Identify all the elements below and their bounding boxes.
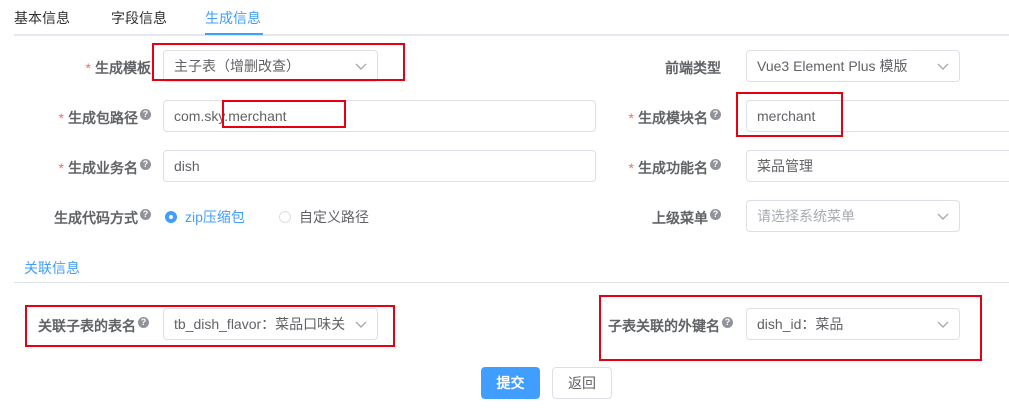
help-icon[interactable]: ? <box>140 159 151 171</box>
label-frontend-type: 前端类型 <box>665 60 721 76</box>
highlight-box-fk <box>599 295 982 361</box>
label-package-path: * 生成包路径? <box>59 108 151 128</box>
label-parent-menu: 上级菜单? <box>652 208 721 228</box>
back-button[interactable]: 返回 <box>552 367 612 399</box>
required-mark: * <box>85 60 91 76</box>
parent-menu-select[interactable]: 请选择系统菜单 <box>746 200 960 232</box>
tab-field-info[interactable]: 字段信息 <box>111 8 167 28</box>
submit-button[interactable]: 提交 <box>481 367 540 399</box>
radio-custom-path[interactable]: 自定义路径 <box>279 207 369 227</box>
radio-zip[interactable]: zip压缩包 <box>165 207 245 227</box>
highlight-box-template <box>152 43 405 81</box>
highlight-box-subtable <box>25 305 395 347</box>
function-name-input[interactable]: 菜品管理 <box>746 150 1009 182</box>
help-icon[interactable]: ? <box>710 109 721 121</box>
label-business-name: * 生成业务名? <box>59 158 151 178</box>
label-gen-template: * 生成模板 <box>85 60 151 76</box>
tab-basic-info[interactable]: 基本信息 <box>14 8 70 28</box>
radio-checked-icon <box>165 211 177 223</box>
section-divider <box>14 282 1009 283</box>
help-icon[interactable]: ? <box>710 209 721 221</box>
chevron-down-icon <box>937 51 949 81</box>
label-module-name: * 生成模块名? <box>629 108 721 128</box>
label-function-name: * 生成功能名? <box>629 158 721 178</box>
help-icon[interactable]: ? <box>710 159 721 171</box>
highlight-box-package <box>222 100 346 128</box>
label-gen-type: 生成代码方式? <box>54 208 151 228</box>
chevron-down-icon <box>937 201 949 231</box>
help-icon[interactable]: ? <box>140 209 151 221</box>
help-icon[interactable]: ? <box>140 109 151 121</box>
radio-unchecked-icon <box>279 211 291 223</box>
highlight-box-module <box>736 92 843 137</box>
frontend-type-select[interactable]: Vue3 Element Plus 模版 <box>746 50 960 82</box>
tab-gen-info[interactable]: 生成信息 <box>205 8 261 28</box>
section-title-related: 关联信息 <box>24 260 80 276</box>
tabs-divider <box>14 34 1009 36</box>
business-name-input[interactable]: dish <box>163 150 596 182</box>
active-tab-indicator <box>205 33 263 35</box>
